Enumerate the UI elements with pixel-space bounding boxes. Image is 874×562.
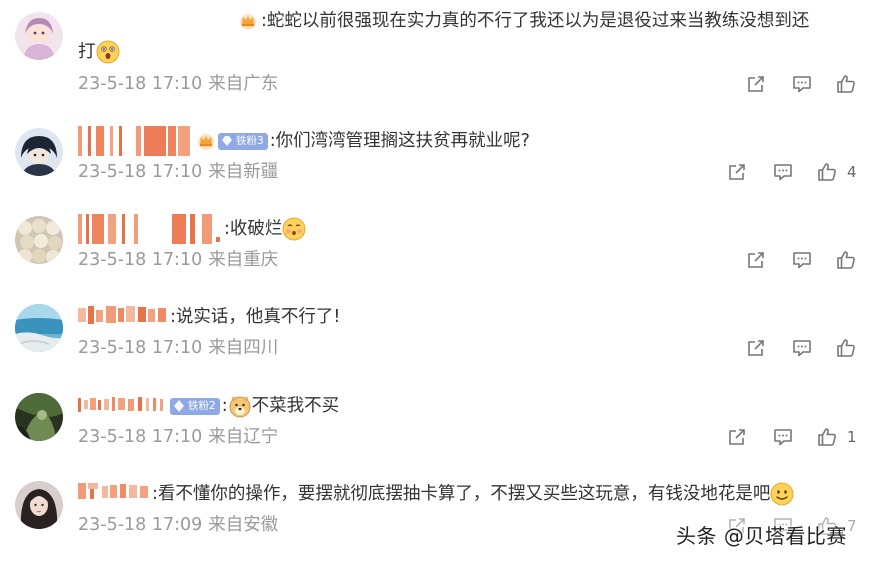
like-button[interactable]: 4: [816, 161, 857, 183]
fan-badge-icon: [174, 399, 184, 412]
share-button[interactable]: [745, 73, 767, 95]
comment-text-continued: 打: [78, 42, 96, 62]
share-button[interactable]: [726, 426, 748, 448]
comment-text: 你们湾湾管理搁这扶贫再就业呢?: [275, 131, 530, 151]
like-button[interactable]: [835, 249, 857, 271]
redacted-username[interactable]: [78, 390, 168, 422]
comment-text: 蛇蛇以前很强现在实力真的不行了我还以为是退役过来当教练没想到还: [266, 11, 810, 31]
avatar[interactable]: [15, 216, 63, 264]
share-icon: [748, 340, 764, 356]
comment-text: 不菜我不买: [251, 396, 340, 416]
redacted-username[interactable]: [78, 125, 192, 157]
comment-icon: [774, 164, 792, 181]
comment-button[interactable]: [772, 426, 794, 448]
avatar[interactable]: [15, 128, 63, 176]
like-icon: [818, 163, 836, 181]
shy-emoji-icon: [282, 217, 306, 241]
share-icon: [729, 164, 745, 180]
comment-icon: [774, 429, 792, 446]
comment-button[interactable]: [772, 161, 794, 183]
comment-icon: [793, 340, 811, 357]
avatar[interactable]: [15, 12, 63, 60]
share-icon: [748, 252, 764, 268]
comment-location: 来自辽宁: [208, 427, 279, 447]
redacted-username[interactable]: [78, 213, 224, 245]
share-icon: [748, 76, 764, 92]
smile-emoji-icon: [770, 482, 794, 506]
crown-icon: [238, 11, 258, 31]
avatar[interactable]: [15, 393, 63, 441]
comment-button[interactable]: [791, 249, 813, 271]
comment-location: 来自四川: [208, 338, 279, 358]
share-icon: [729, 429, 745, 445]
fan-badge-icon: [222, 135, 232, 146]
avatar[interactable]: [15, 481, 63, 529]
watermark: 头条 @贝塔看比赛: [676, 524, 847, 548]
comment-location: 来自新疆: [208, 162, 279, 182]
redacted-username[interactable]: [78, 478, 152, 510]
like-icon: [818, 428, 836, 446]
comment-button[interactable]: [791, 73, 813, 95]
comment-icon: [793, 76, 811, 93]
avatar[interactable]: [15, 304, 63, 352]
like-count: 1: [847, 428, 857, 446]
comment-text: 看不懂你的操作，要摆就彻底摆抽卡算了，不摆又买些这玩意，有钱没地花是吧: [157, 484, 771, 504]
like-icon: [837, 339, 855, 357]
comment-timestamp: 23-5-18 17:10: [78, 427, 203, 447]
like-icon: [837, 75, 855, 93]
share-button[interactable]: [726, 161, 748, 183]
comment-timestamp: 23-5-18 17:10: [78, 338, 203, 358]
comment-icon: [793, 252, 811, 269]
surprised-emoji-icon: [96, 40, 120, 64]
like-button[interactable]: [835, 337, 857, 359]
comment-text: 收破烂: [229, 219, 283, 239]
like-count: 7: [847, 517, 857, 535]
like-icon: [837, 251, 855, 269]
comment-location: 来自重庆: [208, 250, 279, 270]
comment-timestamp: 23-5-18 17:09: [78, 515, 203, 535]
like-count: 4: [847, 163, 857, 181]
share-button[interactable]: [745, 249, 767, 271]
comment-location: 来自广东: [208, 74, 279, 94]
share-button[interactable]: [745, 337, 767, 359]
doge-emoji-icon: [228, 394, 252, 418]
like-button[interactable]: 1: [816, 426, 857, 448]
like-button[interactable]: [835, 73, 857, 95]
redacted-username[interactable]: [78, 301, 170, 333]
crown-icon: [196, 131, 216, 151]
comment-timestamp: 23-5-18 17:10: [78, 250, 203, 270]
comment-text: 说实话，他真不行了!: [175, 307, 341, 327]
fan-badge[interactable]: 铁粉3: [218, 132, 268, 150]
comment-timestamp: 23-5-18 17:10: [78, 162, 203, 182]
comment-button[interactable]: [791, 337, 813, 359]
comment-timestamp: 23-5-18 17:10: [78, 74, 203, 94]
comment-location: 来自安徽: [208, 515, 279, 535]
fan-badge[interactable]: 铁粉2: [170, 397, 220, 415]
